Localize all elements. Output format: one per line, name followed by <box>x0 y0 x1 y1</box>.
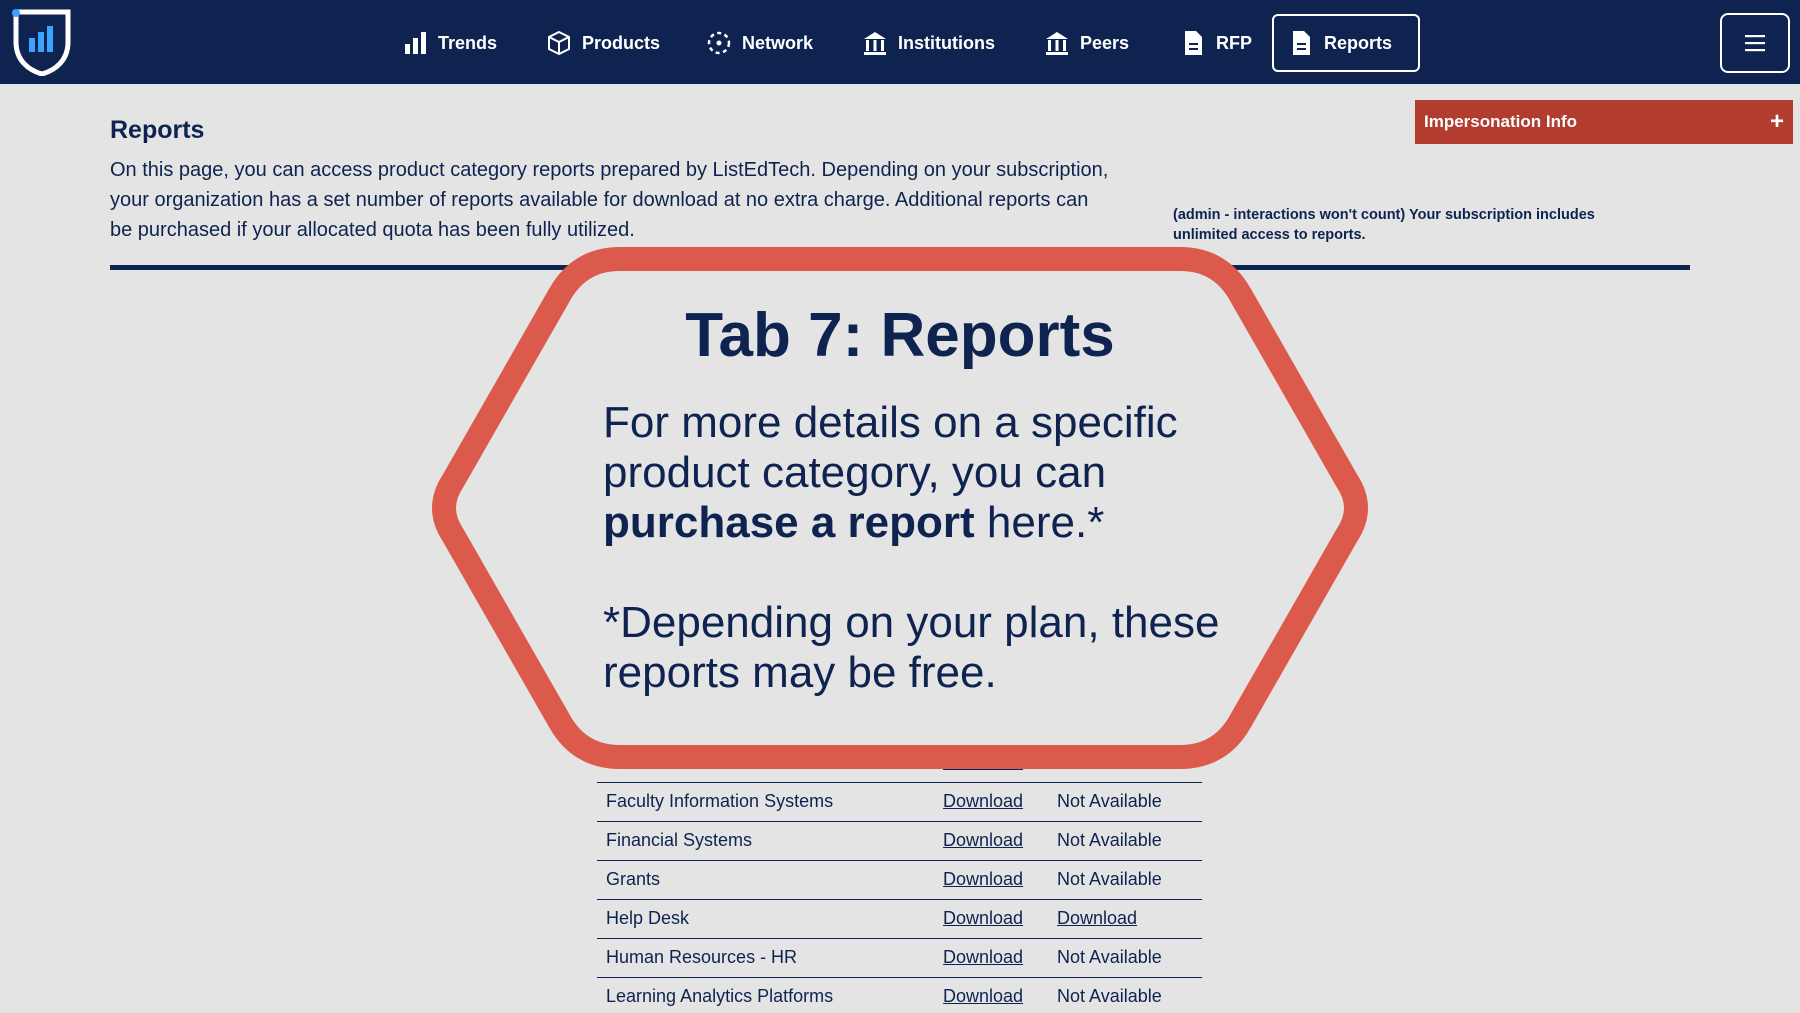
callout-title: Tab 7: Reports <box>685 301 1115 370</box>
callout-body-end: here.* <box>974 498 1105 547</box>
callout-footnote: *Depending on your plan, these reports m… <box>603 598 1220 697</box>
callout-body-intro: For more details on a specific product c… <box>603 398 1178 497</box>
callout-body-emphasis: purchase a report <box>603 498 975 547</box>
callout-body: For more details on a specific product c… <box>603 398 1243 548</box>
